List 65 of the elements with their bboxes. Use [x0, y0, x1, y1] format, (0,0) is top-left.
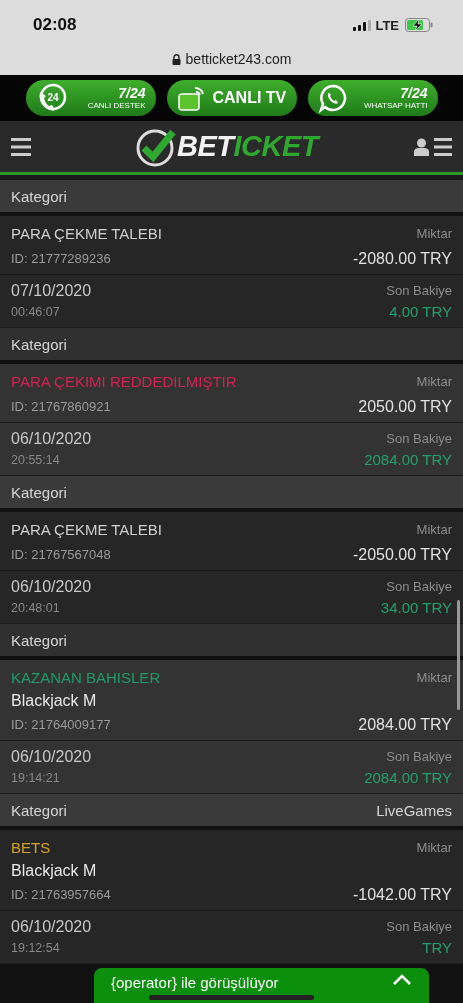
time-text: 20:55:14: [11, 452, 60, 467]
amount-label: Miktar: [416, 840, 452, 855]
transaction-type: KAZANAN BAHISLER: [11, 669, 161, 686]
balance-label: Son Bakiye: [386, 431, 452, 446]
menu-icon[interactable]: [11, 137, 31, 156]
transaction-id: ID: 21767860921: [11, 399, 111, 414]
balance-value: TRY: [422, 939, 452, 956]
category-label: Kategori: [11, 631, 67, 649]
transaction-id: ID: 21777289236: [11, 251, 111, 266]
balance-value: 34.00 TRY: [380, 599, 452, 616]
date-text: 06/10/2020: [11, 577, 92, 596]
amount-label: Miktar: [416, 522, 452, 537]
amount-label: Miktar: [416, 670, 452, 685]
user-icon[interactable]: [414, 137, 429, 156]
transaction-id: ID: 21764009177: [11, 717, 111, 732]
tv-icon: [176, 84, 207, 112]
address-bar[interactable]: betticket243.com: [166, 50, 297, 68]
balance-label: Son Bakiye: [386, 579, 452, 594]
time-text: 20:48:01: [11, 600, 60, 615]
balance-value: 4.00 TRY: [389, 303, 452, 320]
transaction-type: PARA ÇEKME TALEBI: [11, 225, 162, 242]
game-name: Blackjack M: [11, 861, 98, 881]
category-label: Kategori: [11, 187, 67, 205]
balance-value: 2084.00 TRY: [364, 769, 452, 786]
category-label: Kategori: [11, 335, 67, 353]
transaction-type: PARA ÇEKME TALEBI: [11, 521, 162, 538]
date-text: 06/10/2020: [11, 429, 92, 448]
category-value: LiveGames: [376, 801, 452, 819]
balance-label: Son Bakiye: [386, 749, 452, 764]
network-label: LTE: [375, 17, 399, 33]
category-label: Kategori: [11, 483, 67, 501]
amount-value: -2050.00 TRY: [352, 545, 452, 564]
time-text: 19:12:54: [11, 940, 60, 955]
balance-label: Son Bakiye: [386, 283, 452, 298]
chat-bar[interactable]: {operator} ile görüşülüyor: [94, 968, 429, 1003]
clock-time: 02:08: [33, 15, 77, 35]
promo-button[interactable]: CANLI TV: [166, 80, 297, 116]
amount-label: Miktar: [416, 374, 452, 389]
transaction-type: PARA ÇEKIMI REDDEDILMIŞTIR: [11, 373, 237, 390]
scrollbar[interactable]: [457, 600, 460, 710]
signal-icon: [353, 19, 372, 31]
amount-value: -2080.00 TRY: [352, 249, 452, 268]
menu-icon[interactable]: [434, 137, 452, 156]
transaction-type: BETS: [11, 839, 51, 856]
time-text: 19:14:21: [11, 770, 60, 785]
whatsapp-icon: [317, 83, 348, 113]
transaction-id: ID: 21767567048: [11, 547, 111, 562]
amount-value: 2050.00 TRY: [358, 397, 452, 416]
amount-label: Miktar: [416, 226, 452, 241]
date-text: 06/10/2020: [11, 917, 92, 936]
promo-button[interactable]: 24 7/24 CANLI DESTEK: [25, 80, 156, 116]
lock-icon: [171, 53, 181, 65]
category-label: Kategori: [11, 801, 67, 819]
battery-charging-icon: [405, 18, 433, 32]
game-name: Blackjack M: [11, 691, 98, 711]
balance-label: Son Bakiye: [386, 919, 452, 934]
amount-value: -1042.00 TRY: [352, 885, 452, 904]
transaction-id: ID: 21763957664: [11, 887, 111, 902]
balance-value: 2084.00 TRY: [364, 451, 452, 468]
time-text: 00:46:07: [11, 304, 60, 319]
chevron-up-icon: [392, 974, 412, 986]
date-text: 07/10/2020: [11, 281, 92, 300]
promo-button[interactable]: 7/24 WHATSAP HATTI: [307, 80, 438, 116]
date-text: 06/10/2020: [11, 747, 92, 766]
amount-value: 2084.00 TRY: [358, 715, 452, 734]
